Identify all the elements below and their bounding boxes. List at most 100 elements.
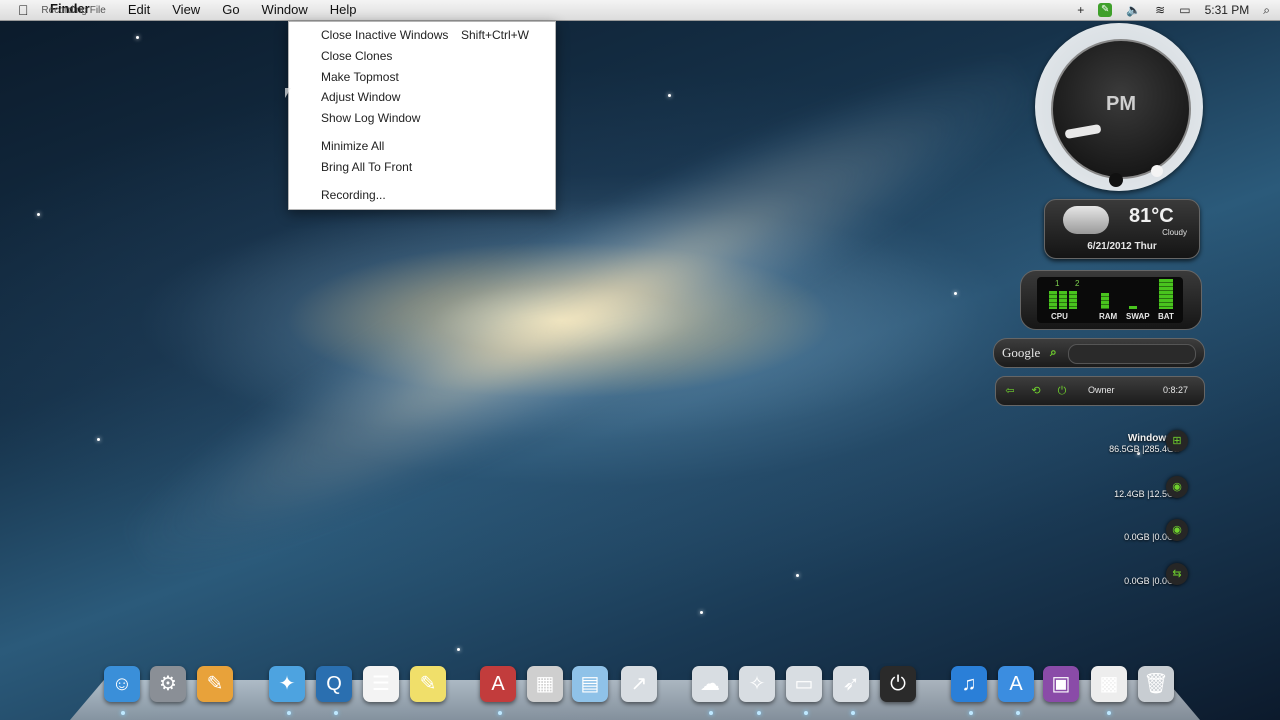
running-indicator: [1016, 711, 1020, 715]
menu-item-adjust-window[interactable]: Adjust Window: [321, 88, 547, 106]
qr-code-icon[interactable]: ▩: [1091, 666, 1127, 702]
menu-app-name[interactable]: Finder Recording File: [41, 0, 105, 21]
system-preferences-icon[interactable]: ⚙: [150, 666, 186, 702]
running-indicator: [757, 711, 761, 715]
meter-label-ram: RAM: [1099, 312, 1118, 321]
menu-item-label: Bring All To Front: [321, 160, 413, 174]
meter-label-bat: BAT: [1158, 312, 1174, 321]
swap-bar: [1129, 306, 1137, 309]
mission-control-icon[interactable]: ▣: [1043, 666, 1079, 702]
clock-face: PM: [1051, 39, 1191, 179]
menu-item-bring-all-to-front[interactable]: Bring All To Front: [321, 158, 547, 176]
running-indicator: [121, 711, 125, 715]
google-label: Google: [1002, 345, 1041, 360]
ram-bar: [1101, 293, 1109, 309]
applications-folder-icon[interactable]: ▤: [572, 666, 608, 702]
power-icon[interactable]: ⏻: [880, 666, 916, 702]
weather-widget[interactable]: 81°C Cloudy 6/21/2012 Thur: [1044, 199, 1200, 259]
battery-icon[interactable]: ▭: [1179, 3, 1190, 17]
user-session-widget: ⇦ ⟲ ⏻ Owner 0:8:27: [995, 376, 1205, 406]
wallpaper-star: [796, 574, 799, 577]
trash-icon[interactable]: 🗑: [1138, 666, 1174, 702]
menu-item-label: Make Topmost: [321, 70, 399, 84]
app-store-icon[interactable]: A: [480, 666, 516, 702]
airplay-icon[interactable]: ▭: [786, 666, 822, 702]
disk-icon[interactable]: ◉: [1166, 519, 1188, 541]
clock-indicator: [1151, 165, 1163, 177]
text-edit-icon[interactable]: ☰: [363, 666, 399, 702]
quicktime-icon[interactable]: Q: [316, 666, 352, 702]
cloud-icon: [1063, 206, 1109, 234]
menu-item-recording[interactable]: Recording...: [321, 186, 547, 204]
menu-item-shortcut: Shift+Ctrl+W: [460, 28, 529, 42]
cpu-bar: [1069, 291, 1077, 309]
menu-extras: + ✎ 🔈 ≋ ▭ 5:31 PM ⌕: [1077, 0, 1270, 20]
usb-icon[interactable]: ⇆: [1166, 563, 1188, 585]
recording-overlay-text: Recording File: [41, 5, 106, 16]
menu-item-minimize-all[interactable]: Minimize All: [321, 137, 547, 155]
cpu-bar: [1049, 291, 1057, 309]
window-menu-dropdown: Close Inactive Windows Shift+Ctrl+W Clos…: [288, 21, 556, 210]
running-indicator: [287, 711, 291, 715]
utilities-icon[interactable]: ▦: [527, 666, 563, 702]
volume-icon[interactable]: 🔈: [1126, 3, 1141, 17]
menu-go[interactable]: Go: [222, 0, 239, 20]
icloud-icon[interactable]: ☁: [692, 666, 728, 702]
plus-icon[interactable]: +: [1077, 3, 1084, 17]
search-icon[interactable]: ⌕: [1263, 3, 1270, 18]
app-icon[interactable]: ✎: [1098, 3, 1113, 17]
menu-clock[interactable]: 5:31 PM: [1205, 3, 1250, 17]
weather-temperature: 81°C: [1129, 205, 1174, 227]
apple-menu-icon[interactable]: : [18, 2, 36, 18]
wallpaper-star: [136, 36, 139, 39]
wallpaper-star: [700, 611, 703, 614]
app-store-blue-icon[interactable]: A: [998, 666, 1034, 702]
twitter-icon[interactable]: ✧: [739, 666, 775, 702]
running-indicator: [498, 711, 502, 715]
dashboard-icon[interactable]: ✎: [197, 666, 233, 702]
menu-item-close-inactive-windows[interactable]: Close Inactive Windows Shift+Ctrl+W: [321, 26, 547, 44]
menu-item-close-clones[interactable]: Close Clones: [321, 47, 547, 65]
search-icon[interactable]: ⌕: [1050, 345, 1057, 360]
user-name: Owner: [1088, 385, 1115, 395]
back-arrow-icon[interactable]: ⇦: [1002, 383, 1018, 399]
menu-item-show-log-window[interactable]: Show Log Window: [321, 109, 547, 127]
safari-icon[interactable]: ✦: [269, 666, 305, 702]
menu-item-label: Recording...: [321, 188, 386, 202]
running-indicator: [334, 711, 338, 715]
finder-icon[interactable]: ☺: [104, 666, 140, 702]
menu-item-label: Show Log Window: [321, 111, 421, 125]
launchpad-icon[interactable]: ➶: [833, 666, 869, 702]
restart-icon[interactable]: ⟲: [1028, 383, 1044, 399]
menu-window[interactable]: Window: [262, 0, 308, 20]
meter-label-swap: SWAP: [1126, 312, 1150, 321]
system-meter-widget[interactable]: 1 2 CPU RAM SWAP BAT: [1020, 270, 1202, 330]
battery-bar: [1159, 279, 1173, 309]
menu-bar:  Finder Recording File Edit View Go Win…: [0, 0, 1280, 21]
clock-hand: [1064, 123, 1102, 140]
menu-item-make-topmost[interactable]: Make Topmost: [321, 68, 547, 86]
menu-view[interactable]: View: [172, 0, 200, 20]
meter-display: 1 2 CPU RAM SWAP BAT: [1037, 277, 1183, 323]
clock-widget[interactable]: PM: [1035, 23, 1203, 191]
google-search-input[interactable]: [1068, 344, 1196, 364]
clock-meridiem: PM: [1106, 93, 1136, 115]
wifi-icon[interactable]: ≋: [1155, 3, 1165, 17]
wallpaper-star: [97, 438, 100, 441]
windows-logo-icon[interactable]: ⊞: [1166, 430, 1188, 452]
stickies-icon[interactable]: ✎: [410, 666, 446, 702]
running-indicator: [851, 711, 855, 715]
power-icon[interactable]: ⏻: [1054, 383, 1070, 399]
menu-help[interactable]: Help: [330, 0, 357, 20]
menu-item-label: Adjust Window: [321, 90, 401, 104]
menu-edit[interactable]: Edit: [128, 0, 150, 20]
weather-date: 6/21/2012 Thur: [1087, 241, 1157, 252]
running-indicator: [1107, 711, 1111, 715]
mouse-cursor: [285, 88, 291, 98]
share-icon[interactable]: ↗: [621, 666, 657, 702]
meter-marker: 1: [1055, 279, 1060, 288]
disk-icon[interactable]: ◉: [1166, 476, 1188, 498]
meter-marker: 2: [1075, 279, 1080, 288]
itunes-icon[interactable]: ♫: [951, 666, 987, 702]
wallpaper-star: [668, 94, 671, 97]
